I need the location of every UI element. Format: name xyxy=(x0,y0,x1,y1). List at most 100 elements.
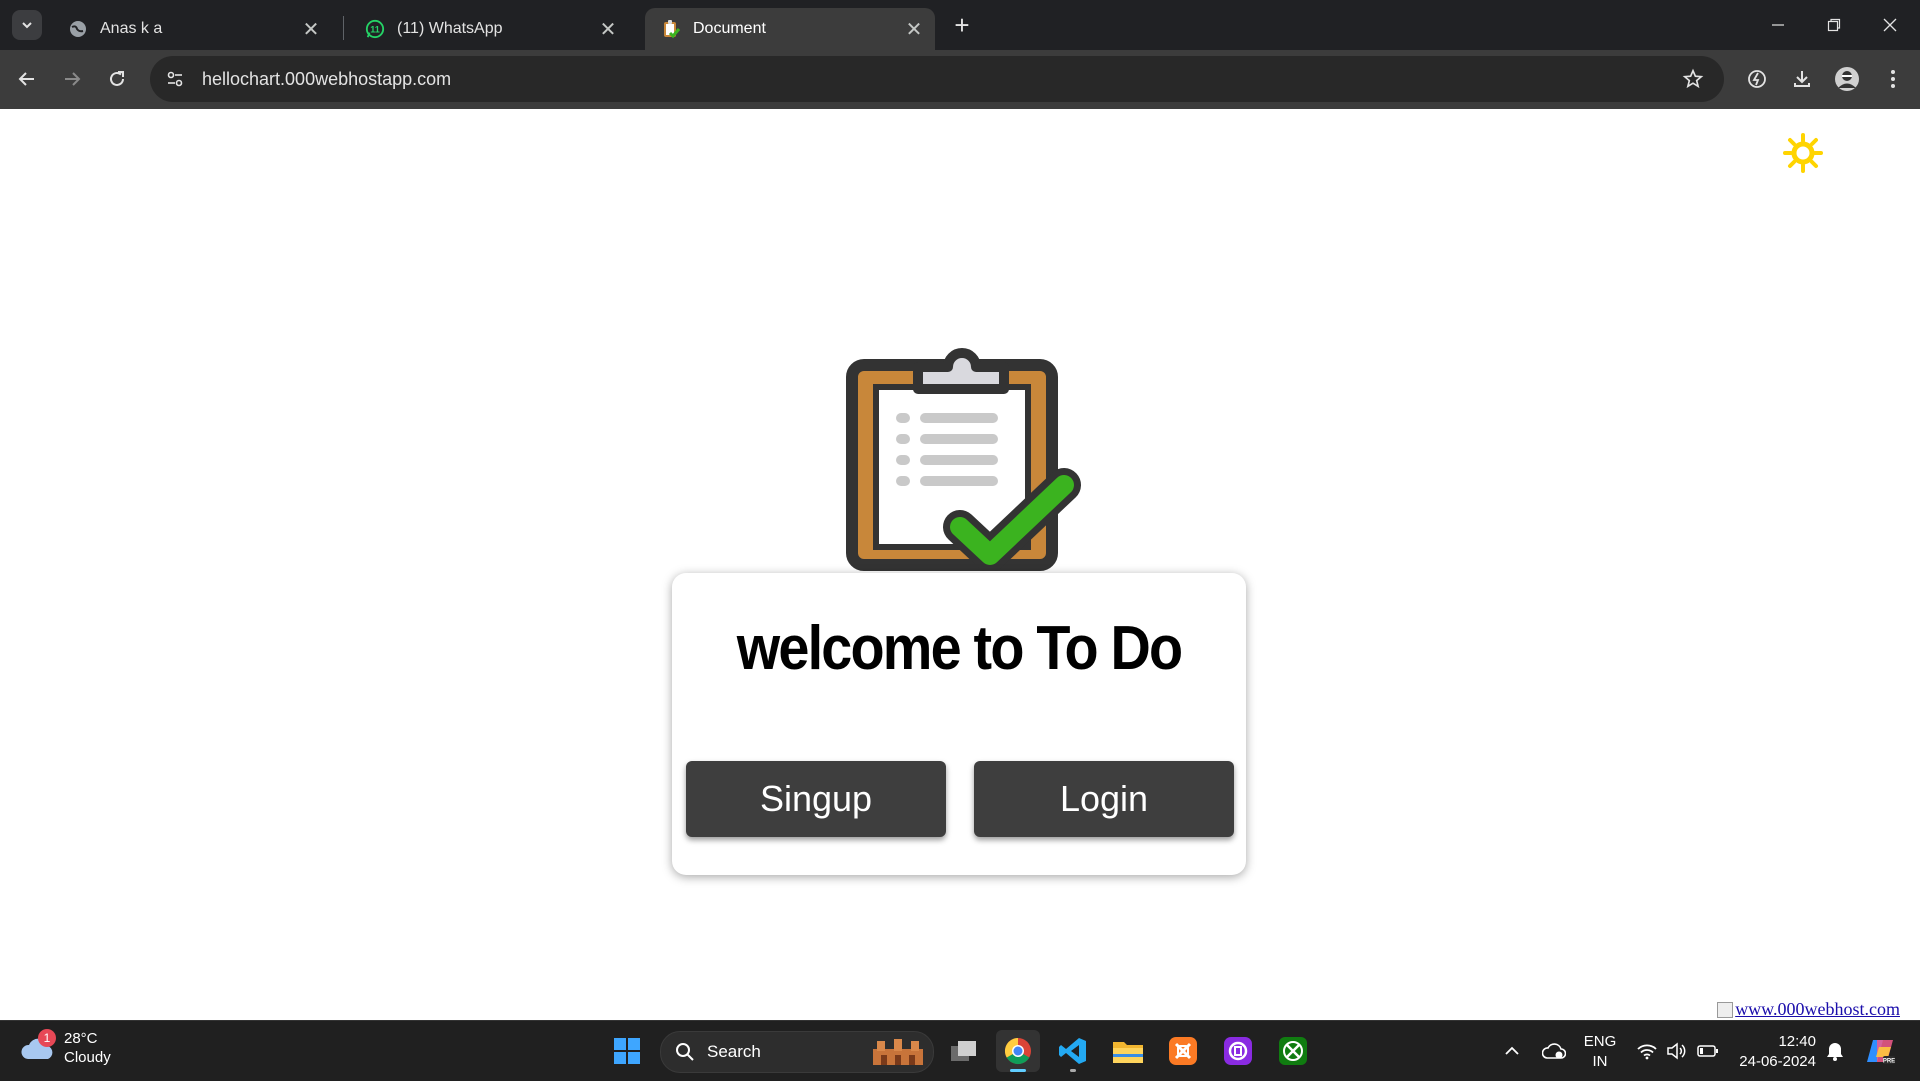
vscode-icon xyxy=(1059,1038,1086,1064)
copilot-button[interactable]: PRE xyxy=(1862,1021,1898,1081)
weather-badge: 1 xyxy=(38,1029,56,1047)
url-text[interactable]: hellochart.000webhostapp.com xyxy=(202,69,1676,90)
site-info-icon[interactable] xyxy=(160,64,190,94)
welcome-card: welcome to To Do Singup Login xyxy=(672,573,1246,875)
notifications-button[interactable] xyxy=(1822,1021,1848,1081)
webhost-badge-text: www.000webhost.com xyxy=(1735,999,1900,1019)
tab-label: Document xyxy=(693,20,766,37)
bell-icon xyxy=(1827,1043,1843,1061)
app-icon xyxy=(1224,1037,1252,1065)
weather-condition: Cloudy xyxy=(64,1049,111,1066)
xampp-icon xyxy=(1169,1037,1197,1065)
forward-button[interactable] xyxy=(55,62,89,96)
active-app-indicator xyxy=(1010,1069,1026,1072)
battery-tray[interactable] xyxy=(1694,1021,1722,1081)
windows-logo-icon xyxy=(614,1038,640,1064)
address-bar[interactable]: hellochart.000webhostapp.com xyxy=(150,56,1724,102)
reload-icon xyxy=(110,71,124,86)
system-clock[interactable]: 12:40 24-06-2024 xyxy=(1734,1032,1816,1072)
login-button[interactable]: Login xyxy=(974,761,1234,837)
start-button[interactable] xyxy=(605,1030,649,1072)
language-line1: ENG xyxy=(1583,1033,1617,1050)
svg-text:PRE: PRE xyxy=(1883,1059,1895,1065)
menu-button[interactable] xyxy=(1876,62,1910,96)
tab-anas[interactable]: Anas k a ✕ xyxy=(52,8,332,50)
todo-clipboard-logo xyxy=(846,348,1081,571)
taskbar-xampp[interactable] xyxy=(1161,1030,1205,1072)
plus-icon: + xyxy=(954,9,970,40)
windows-taskbar: 1 28°C Cloudy Search ENG IN 12:40 24-06-… xyxy=(0,1020,1920,1081)
page-title: welcome to To Do xyxy=(736,614,1183,683)
restore-button[interactable] xyxy=(1806,0,1862,50)
taskbar-file-explorer[interactable] xyxy=(1106,1030,1150,1072)
taskbar-chrome[interactable] xyxy=(996,1030,1040,1072)
arrow-left-icon xyxy=(18,72,34,86)
close-icon xyxy=(1883,18,1897,32)
broken-image-icon xyxy=(1717,1001,1734,1018)
running-app-indicator xyxy=(1070,1069,1076,1072)
chrome-icon xyxy=(1004,1037,1031,1065)
minimize-button[interactable] xyxy=(1750,0,1806,50)
search-label: Search xyxy=(707,1042,761,1061)
document-favicon-icon xyxy=(661,19,681,39)
cloud-sync-icon xyxy=(1542,1043,1566,1059)
signup-button[interactable]: Singup xyxy=(686,761,946,837)
globe-icon xyxy=(68,19,88,39)
taskbar-vscode[interactable] xyxy=(1051,1030,1095,1072)
tab-strip: Anas k a ✕ 11 (11) WhatsApp ✕ Document ✕… xyxy=(0,0,1920,50)
close-tab-icon[interactable]: ✕ xyxy=(298,16,324,42)
kebab-menu-icon xyxy=(1891,70,1895,88)
minimize-icon xyxy=(1772,24,1784,26)
close-window-button[interactable] xyxy=(1862,0,1918,50)
tab-divider xyxy=(343,16,344,40)
wifi-tray[interactable] xyxy=(1634,1021,1660,1081)
volume-tray[interactable] xyxy=(1663,1021,1689,1081)
close-tab-icon[interactable]: ✕ xyxy=(595,16,621,42)
profile-button[interactable] xyxy=(1830,62,1864,96)
extension-button[interactable] xyxy=(1740,62,1774,96)
close-tab-icon[interactable]: ✕ xyxy=(901,16,927,42)
copilot-icon: PRE xyxy=(1867,1040,1895,1065)
folder-icon xyxy=(1113,1042,1143,1063)
chevron-down-icon xyxy=(22,22,32,29)
task-view-button[interactable] xyxy=(942,1030,986,1072)
bookmark-star-icon[interactable] xyxy=(1676,62,1710,96)
clock-time: 12:40 xyxy=(1778,1033,1816,1050)
performance-icon xyxy=(1748,70,1766,88)
taskbar-xbox[interactable] xyxy=(1271,1030,1315,1072)
language-indicator[interactable]: ENG IN xyxy=(1580,1032,1620,1072)
clock-date: 24-06-2024 xyxy=(1739,1053,1816,1070)
restore-icon xyxy=(1827,18,1841,32)
show-hidden-icons-button[interactable] xyxy=(1500,1021,1524,1081)
tab-whatsapp[interactable]: 11 (11) WhatsApp ✕ xyxy=(349,8,629,50)
battery-icon xyxy=(1697,1045,1718,1057)
language-line2: IN xyxy=(1592,1053,1608,1070)
back-button[interactable] xyxy=(10,62,44,96)
download-icon xyxy=(1794,71,1810,87)
search-highlight-icon xyxy=(873,1039,923,1065)
task-view-icon xyxy=(951,1041,976,1061)
onedrive-tray[interactable] xyxy=(1538,1021,1570,1081)
taskbar-app-purple[interactable] xyxy=(1216,1030,1260,1072)
whatsapp-icon: 11 xyxy=(365,19,385,39)
downloads-button[interactable] xyxy=(1785,62,1819,96)
tab-label: Anas k a xyxy=(100,20,163,37)
wifi-icon xyxy=(1637,1044,1657,1060)
svg-text:11: 11 xyxy=(370,25,380,35)
tab-label: (11) WhatsApp xyxy=(397,20,503,37)
weather-widget[interactable]: 1 28°C Cloudy xyxy=(20,1029,111,1067)
tab-document[interactable]: Document ✕ xyxy=(645,8,935,50)
browser-toolbar: hellochart.000webhostapp.com xyxy=(0,50,1920,109)
xbox-icon xyxy=(1279,1037,1307,1065)
tab-search-button[interactable] xyxy=(12,10,42,40)
taskbar-search[interactable]: Search xyxy=(660,1031,934,1073)
new-tab-button[interactable]: + xyxy=(947,10,977,40)
theme-toggle-sun-icon[interactable] xyxy=(1783,133,1823,173)
speaker-icon xyxy=(1667,1042,1686,1060)
reload-button[interactable] xyxy=(100,62,134,96)
avatar-icon xyxy=(1835,67,1859,91)
webhost-badge-link[interactable]: www.000webhost.com xyxy=(1717,999,1900,1020)
chevron-up-icon xyxy=(1505,1046,1519,1055)
arrow-right-icon xyxy=(65,72,81,86)
search-icon xyxy=(676,1043,694,1061)
